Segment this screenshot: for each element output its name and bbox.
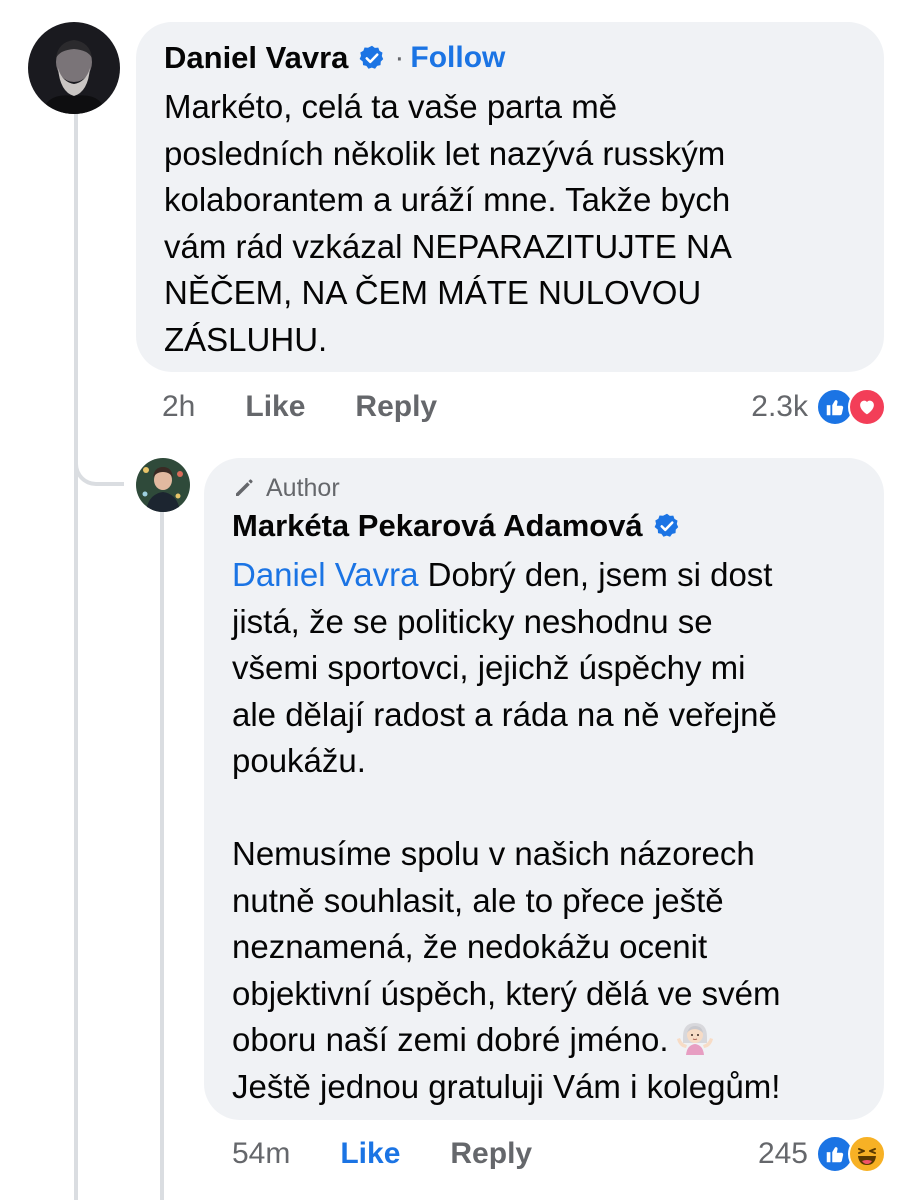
reply-line: neznamená, že nedokážu ocenit: [232, 928, 708, 965]
reply-line: oboru naší zemi dobré jméno.: [232, 1017, 856, 1064]
reply-line: nutně souhlasit, ale to přece ještě: [232, 881, 724, 919]
reply-thread-line: [160, 512, 164, 1200]
reply-line-text: oboru naší zemi dobré jméno.: [232, 1021, 669, 1058]
author-name[interactable]: Markéta Pekarová Adamová: [232, 508, 643, 544]
reply-button[interactable]: Reply: [355, 390, 437, 424]
reply-timestamp[interactable]: 54m: [232, 1137, 290, 1171]
reply-line: jistá, že se politicky neshodnu se: [232, 602, 713, 640]
reply-actions: 54m Like Reply: [232, 1130, 532, 1178]
mention-link[interactable]: Daniel Vavra: [232, 556, 418, 593]
thread-connector-line: [74, 112, 78, 1200]
avatar[interactable]: [136, 458, 190, 512]
comment-line: kolaborantem a uráží mne. Takže bych: [164, 181, 731, 218]
verified-badge-icon: [358, 44, 386, 72]
like-button[interactable]: Like: [340, 1137, 400, 1171]
header-separator: ·: [394, 41, 405, 74]
comment-line: ZÁSLUHU.: [164, 320, 328, 358]
comment-line: vám rád vzkázal NEPARAZITUJTE NA: [164, 227, 732, 265]
comment-thread: Daniel Vavra · Follow Markéto, celá ta v…: [0, 0, 912, 1200]
reply-line: všemi sportovci, jejichž úspěchy mi: [232, 649, 746, 686]
reply-line: Ještě jednou gratuluji Vám i kolegům!: [232, 1067, 781, 1105]
shrugging-woman-emoji-icon: [675, 1017, 715, 1057]
comment-header: Daniel Vavra · Follow: [164, 36, 856, 80]
avatar[interactable]: [28, 22, 120, 114]
pencil-icon: [232, 476, 256, 500]
reply-line: ale dělají radost a ráda na ně veřejně: [232, 695, 777, 733]
comment-line: Markéto, celá ta vaše parta mě: [164, 88, 618, 125]
like-button[interactable]: Like: [245, 390, 305, 424]
reaction-count: 2.3k: [751, 390, 808, 423]
comment-line: NĚČEM, NA ČEM MÁTE NULOVOU: [164, 274, 702, 311]
comment-bubble: Daniel Vavra · Follow Markéto, celá ta v…: [136, 22, 884, 372]
reply-line: poukážu.: [232, 742, 366, 779]
follow-button[interactable]: Follow: [410, 41, 505, 75]
verified-badge-icon: [653, 512, 681, 540]
reply-line-text: Dobrý den, jsem si dost: [418, 556, 773, 593]
reply-line: objektivní úspěch, který dělá ve svém: [232, 974, 781, 1012]
reply-connector-elbow: [74, 420, 124, 486]
love-reaction-icon: [848, 388, 886, 426]
reply-line: Nemusíme spolu v našich názorech: [232, 835, 755, 872]
haha-reaction-icon: [848, 1135, 886, 1173]
comment-line: posledních několik let nazývá rusským: [164, 134, 726, 172]
reply-button[interactable]: Reply: [450, 1137, 532, 1171]
author-badge: Author: [232, 472, 856, 504]
reaction-icons: [816, 388, 886, 426]
author-name[interactable]: Daniel Vavra: [164, 40, 348, 76]
comment-text: Markéto, celá ta vaše parta mě posledníc…: [164, 84, 856, 363]
reply-line: Daniel Vavra Dobrý den, jsem si dost: [232, 552, 856, 599]
comment-actions: 2h Like Reply: [162, 383, 437, 431]
reaction-count: 245: [757, 1137, 808, 1170]
comment-timestamp[interactable]: 2h: [162, 390, 195, 424]
author-badge-label: Author: [266, 473, 340, 502]
reply-text: Daniel Vavra Dobrý den, jsem si dost jis…: [232, 552, 856, 1110]
reaction-icons: [816, 1135, 886, 1173]
reply-bubble: Author Markéta Pekarová Adamová Daniel V…: [204, 458, 884, 1120]
reaction-summary[interactable]: 245: [758, 1130, 886, 1178]
reply-header: Markéta Pekarová Adamová: [232, 504, 856, 548]
reaction-summary[interactable]: 2.3k: [751, 383, 886, 431]
